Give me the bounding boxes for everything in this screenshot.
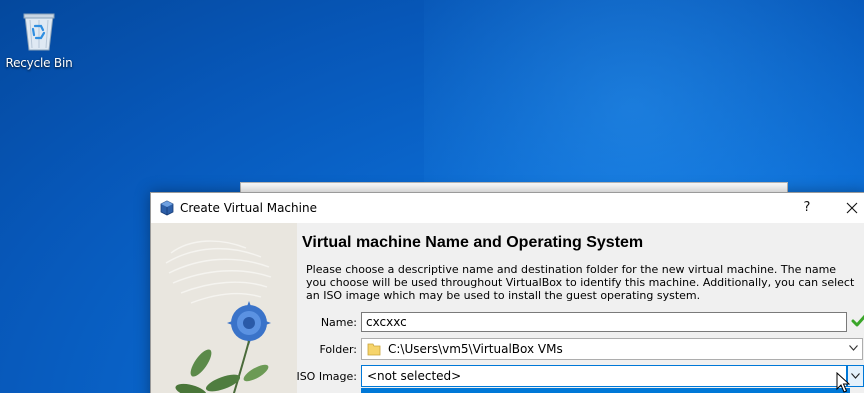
mouse-cursor-icon: [836, 372, 850, 393]
wizard-illustration: [151, 223, 297, 393]
dialog-titlebar[interactable]: Create Virtual Machine ?: [151, 193, 864, 223]
recycle-bin-shortcut[interactable]: Recycle Bin: [4, 8, 74, 76]
check-icon: [851, 314, 864, 327]
chevron-down-icon: [849, 345, 858, 351]
dialog-content: Virtual machine Name and Operating Syste…: [296, 223, 864, 393]
iso-dropdown-list[interactable]: [361, 388, 850, 393]
page-heading: Virtual machine Name and Operating Syste…: [302, 234, 644, 251]
close-icon: [846, 202, 858, 214]
folder-label: Folder:: [319, 343, 357, 356]
folder-select[interactable]: C:\Users\vm5\VirtualBox VMs: [361, 338, 863, 360]
iso-image-label: ISO Image:: [296, 370, 357, 383]
virtualbox-icon: [160, 200, 174, 216]
recycle-bin-icon: [4, 8, 74, 52]
close-button[interactable]: [832, 193, 864, 223]
iso-image-select[interactable]: <not selected>: [361, 365, 847, 387]
chevron-down-icon: [851, 373, 860, 379]
recycle-bin-label: Recycle Bin: [5, 56, 73, 70]
page-description: Please choose a descriptive name and des…: [306, 263, 855, 302]
desktop: Recycle Bin Create Virtual Machine ? Vir…: [0, 0, 864, 393]
iso-image-value: <not selected>: [367, 369, 462, 383]
create-vm-dialog: Create Virtual Machine ? Virtual machine…: [150, 192, 864, 393]
help-button[interactable]: ?: [787, 193, 827, 223]
folder-value: C:\Users\vm5\VirtualBox VMs: [388, 342, 563, 356]
blue-flower: [227, 301, 271, 345]
name-input[interactable]: cxcxxc: [361, 312, 847, 332]
dialog-title: Create Virtual Machine: [180, 201, 317, 215]
name-label: Name:: [320, 316, 357, 329]
folder-icon: [367, 343, 381, 356]
